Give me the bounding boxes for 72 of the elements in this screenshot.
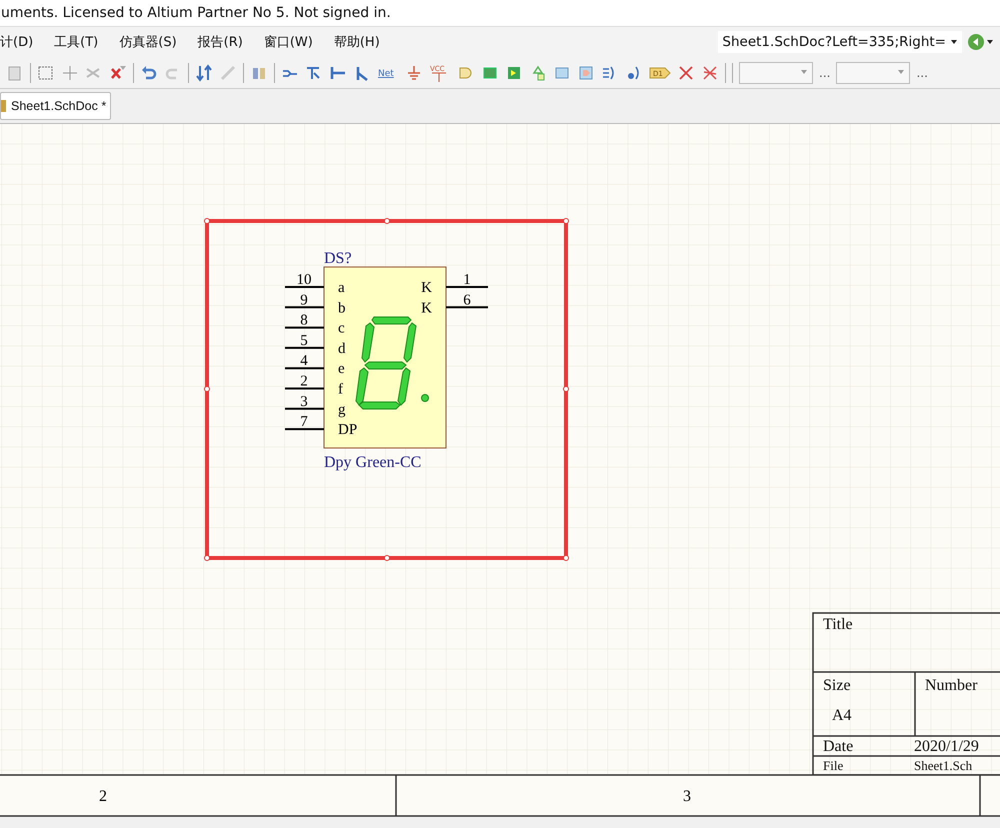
caret-icon	[800, 70, 808, 75]
pin-name: c	[338, 320, 345, 337]
title-label: Title	[823, 616, 853, 633]
component-body[interactable]	[324, 266, 446, 448]
pin-name: d	[338, 340, 346, 357]
pin-name: b	[338, 300, 346, 316]
pin-line	[285, 346, 324, 349]
net-label-icon[interactable]: Net	[377, 64, 399, 82]
pin-number: 4	[300, 353, 308, 370]
pin-line	[285, 388, 324, 390]
pin-line	[285, 286, 324, 288]
ellipsis-text: ...	[819, 66, 830, 80]
move-cross-icon[interactable]	[61, 64, 79, 82]
pin-line	[285, 408, 324, 410]
size-label: Size	[823, 677, 851, 694]
caret-icon	[897, 70, 906, 75]
window-title: uments. Licensed to Altium Partner No 5. Not signed in.	[1, 5, 391, 21]
menu-item[interactable]: 帮助(H)	[334, 33, 380, 51]
pin-number: 6	[463, 292, 471, 308]
address-dropdown[interactable]: Sheet1.SchDoc?Left=335;Right=	[718, 31, 962, 53]
menu-item[interactable]: 计(D)	[0, 33, 34, 51]
file-label: File	[823, 758, 844, 773]
number-label: Number	[925, 677, 978, 694]
pin-number: 7	[300, 414, 308, 430]
pin-line	[285, 326, 324, 329]
ellipsis-text: ...	[916, 66, 928, 80]
menu-item[interactable]: 报告(R)	[198, 33, 243, 51]
select-area-icon[interactable]	[37, 64, 55, 82]
clear-filter-icon[interactable]	[109, 64, 127, 82]
caret-icon	[950, 39, 958, 45]
pin-number: 1	[463, 272, 471, 288]
pin-number: 10	[296, 272, 312, 288]
pin-line	[285, 306, 324, 308]
pin-line	[285, 367, 324, 370]
undo-icon[interactable]	[140, 64, 158, 82]
pin-line	[285, 428, 324, 430]
document-tab[interactable]: Sheet1.SchDoc *	[0, 92, 112, 120]
selection-frame[interactable]	[204, 218, 569, 561]
ground-icon[interactable]	[405, 64, 423, 82]
dropdown-field[interactable]	[836, 62, 910, 84]
pin-number: 9	[300, 292, 308, 308]
dropdown-field[interactable]	[739, 62, 813, 84]
up-down-arrows-icon[interactable]	[195, 64, 213, 82]
close-icon[interactable]	[677, 64, 695, 82]
size-value: A4	[832, 707, 852, 724]
pin-name: f	[338, 382, 343, 398]
pin-number: 2	[300, 374, 308, 390]
designator-label: DS?	[324, 250, 352, 267]
date-value: 2020/1/29	[914, 738, 979, 755]
menu-item[interactable]: 窗口(W)	[264, 33, 313, 51]
date-label: Date	[823, 738, 854, 755]
component-comment: Dpy Green-CC	[324, 454, 422, 471]
caret-icon[interactable]	[986, 39, 994, 45]
pin-number: 8	[300, 312, 308, 329]
pin-name: K	[421, 280, 432, 296]
pin-number: 5	[300, 332, 308, 349]
pin-line	[446, 286, 488, 288]
menu-item[interactable]: 工具(T)	[54, 33, 98, 51]
pin-line	[446, 306, 488, 308]
pin-name: g	[338, 402, 346, 418]
menu-item[interactable]: 仿真器(S)	[119, 33, 177, 51]
file-value: Sheet1.Sch	[914, 758, 972, 773]
zone-label: 2	[99, 788, 107, 805]
zone-label: 3	[683, 788, 691, 805]
pin-name: DP	[338, 422, 358, 438]
close-icon[interactable]	[701, 64, 719, 82]
pin-number: 3	[300, 394, 308, 410]
pin-name: K	[421, 300, 432, 316]
pin-name: a	[338, 280, 345, 296]
pin-name: e	[338, 361, 345, 378]
document-icon	[1, 99, 7, 113]
sheet-entry-icon[interactable]	[577, 64, 595, 82]
